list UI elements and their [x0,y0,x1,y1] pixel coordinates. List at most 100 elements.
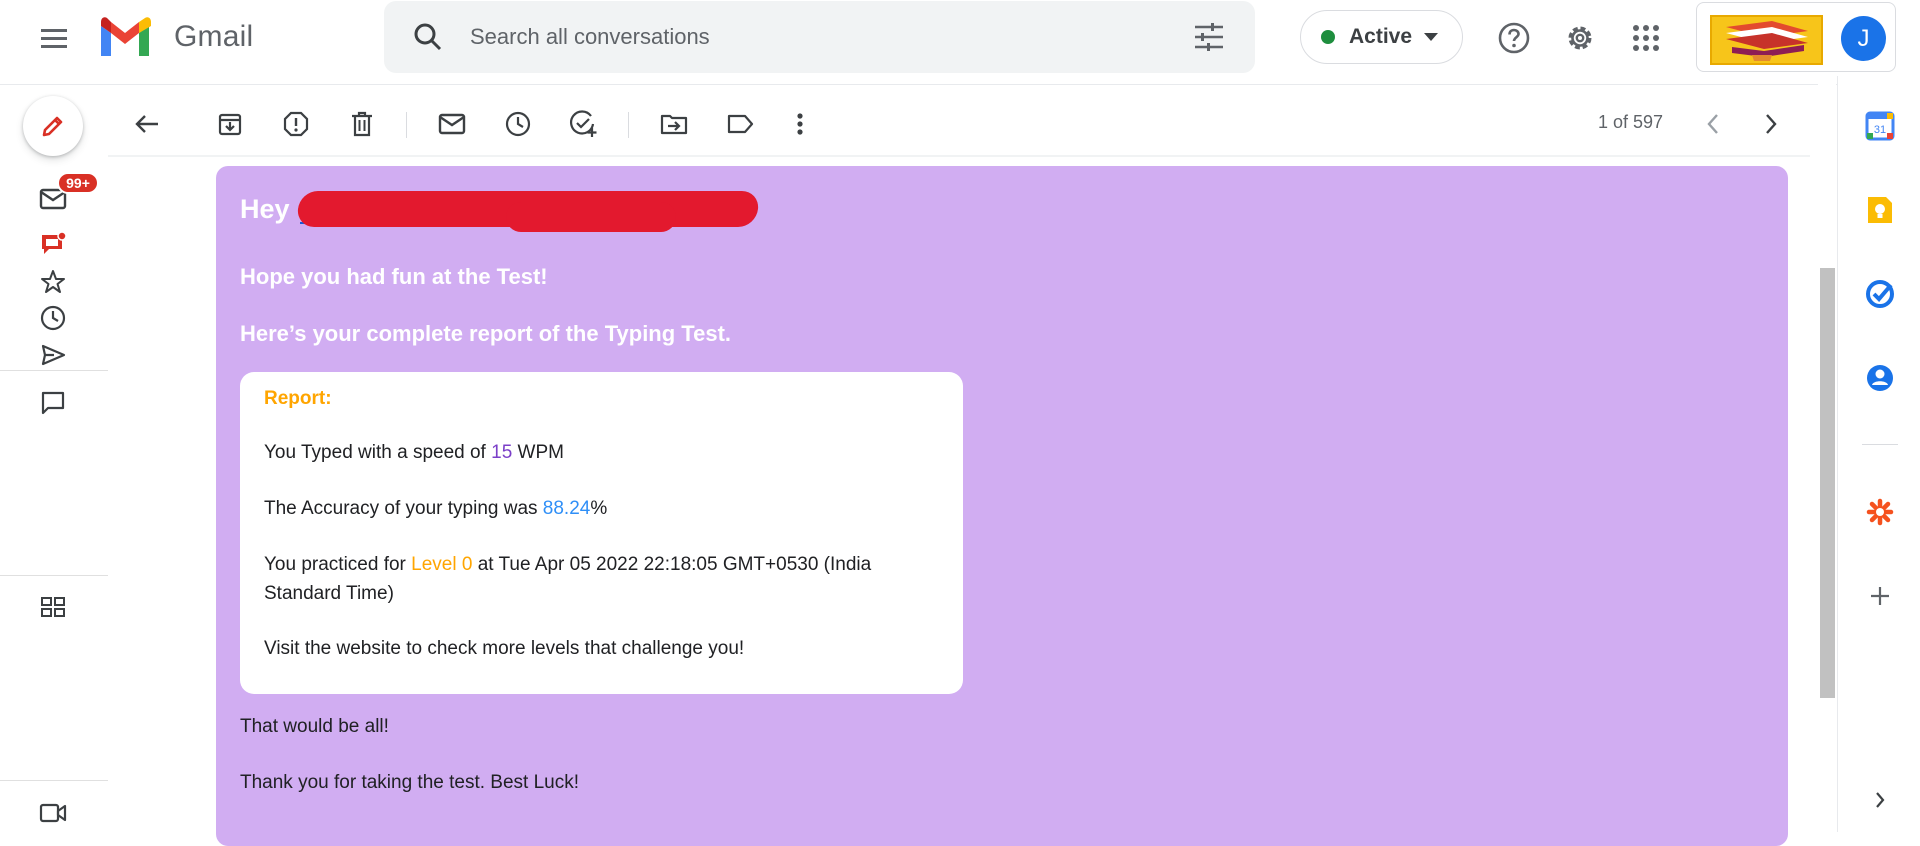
hamburger-menu-icon [41,29,67,48]
keep-app[interactable] [1862,192,1898,228]
report-spam-icon [283,111,309,137]
more-options-button[interactable] [778,102,822,146]
search-input[interactable] [470,24,1130,50]
chat-bubble-icon [41,391,65,415]
report-intro-line: Here’s your complete report of the Typin… [240,321,732,346]
rail-chat-section[interactable] [33,386,73,420]
accuracy-prefix: The Accuracy of your typing was [264,498,543,519]
clock-icon [40,305,66,331]
expand-side-panel-button[interactable] [1862,782,1898,818]
greeting-text: Hey [240,194,290,224]
keep-icon [1868,197,1892,223]
speed-suffix: WPM [512,442,564,463]
delete-icon [352,111,372,137]
more-vert-icon [797,113,803,135]
caret-down-icon [1424,33,1439,41]
chat-icon [42,232,67,254]
archive-icon [218,113,242,136]
mark-unread-icon [438,113,466,135]
gmail-logo[interactable]: Gmail [98,16,253,58]
side-panel-divider [1837,76,1838,832]
scrollbar-thumb[interactable] [1820,268,1835,698]
speed-line: You Typed with a speed of 15 WPM [264,438,924,467]
older-button[interactable] [1749,102,1793,146]
report-spam-button[interactable] [274,102,318,146]
account-switcher[interactable]: J [1696,2,1896,72]
delete-button[interactable] [340,102,384,146]
greeting: Hey [240,194,290,225]
speed-prefix: You Typed with a speed of [264,442,492,463]
toolbar-separator [628,112,629,138]
report-title: Report: [264,388,332,409]
calendar-icon: 31 [1865,111,1895,141]
google-apps-button[interactable] [1622,14,1670,62]
pagination-label: 1 of 597 [1598,112,1664,132]
gear-icon [1568,26,1592,50]
gmail-m-icon [101,17,151,56]
rail-snoozed[interactable] [33,301,73,335]
calendar-app[interactable]: 31 [1862,108,1898,144]
rail-divider [0,370,108,371]
tasks-icon [1866,280,1894,308]
mark-unread-button[interactable] [430,102,474,146]
search-icon[interactable] [404,13,452,61]
help-button[interactable] [1490,14,1538,62]
compose-pencil-icon [42,116,63,137]
main-menu-button[interactable] [30,14,78,62]
speed-value: 15 [491,442,513,463]
status-dot [1321,30,1335,44]
video-icon [39,803,67,823]
accuracy-suffix: % [590,498,608,519]
snooze-icon [505,111,531,137]
message-toolbar: 1 of 597 [108,94,1810,154]
thanks-line: Thank you for taking the test. Best Luck… [240,772,580,793]
toolbar-separator [406,112,407,138]
labels-button[interactable] [718,102,762,146]
contacts-icon [1867,365,1893,391]
add-icon [1871,587,1889,605]
zoho-icon [1866,498,1894,526]
snooze-button[interactable] [496,102,540,146]
label-icon [727,114,754,134]
newer-button[interactable] [1691,102,1735,146]
rail-spaces[interactable] [33,590,73,624]
rail-starred[interactable] [33,265,73,299]
search-options-icon[interactable] [1185,13,1233,61]
chevron-left-icon [1707,114,1718,134]
practice-prefix: You practiced for [264,554,412,575]
apps-grid-icon [1633,25,1659,51]
settings-button[interactable] [1556,14,1604,62]
email-body: Hey Hope you had fun at the Test! Here’s… [216,166,1788,846]
tasks-app[interactable] [1862,276,1898,312]
top-bar: Gmail Active [0,0,1920,76]
rail-divider [0,780,108,781]
rail-divider [0,575,108,576]
visit-line: Visit the website to check more levels t… [264,638,745,659]
send-icon [41,344,66,366]
avatar[interactable]: J [1841,16,1886,61]
zoho-app[interactable] [1862,494,1898,530]
rail-meet[interactable] [33,796,73,830]
chevron-right-icon [1766,114,1777,134]
back-button[interactable] [125,102,169,146]
accuracy-line: The Accuracy of your typing was 88.24% [264,494,924,523]
rail-sent[interactable] [33,338,73,372]
add-task-icon [570,110,597,137]
add-app-button[interactable] [1862,578,1898,614]
side-panel-rule [1862,444,1898,445]
toolbar-divider [108,155,1810,157]
calendar-day: 31 [1874,124,1886,136]
practice-line: You practiced for Level 0 at Tue Apr 05 … [264,550,924,608]
unread-count-badge: 99+ [57,172,99,194]
status-selector[interactable]: Active [1300,10,1463,64]
contacts-app[interactable] [1862,360,1898,396]
organization-logo [1710,15,1823,65]
archive-button[interactable] [208,102,252,146]
expand-chevron-icon [1876,792,1885,808]
move-to-button[interactable] [652,102,696,146]
header-divider [0,84,1838,85]
compose-button[interactable] [23,96,83,156]
search-bar [384,1,1255,73]
rail-chat[interactable] [33,228,73,262]
add-to-tasks-button[interactable] [562,102,606,146]
